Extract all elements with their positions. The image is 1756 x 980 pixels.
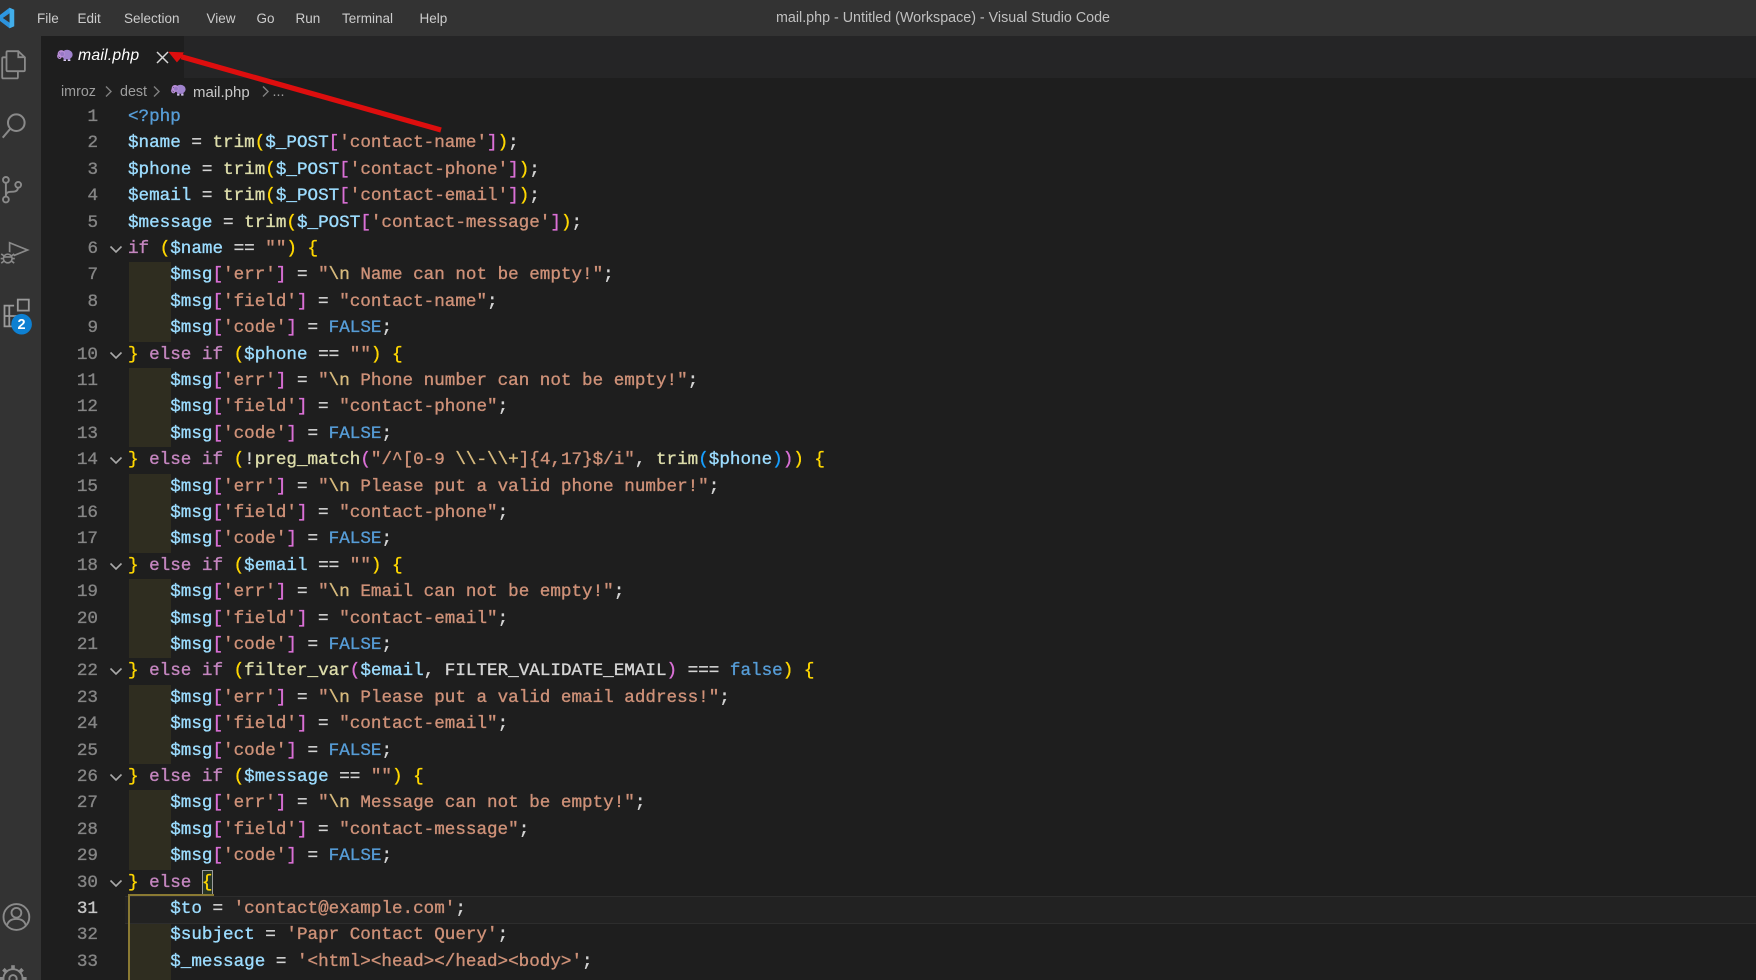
svg-text:2: 2 bbox=[18, 317, 26, 333]
